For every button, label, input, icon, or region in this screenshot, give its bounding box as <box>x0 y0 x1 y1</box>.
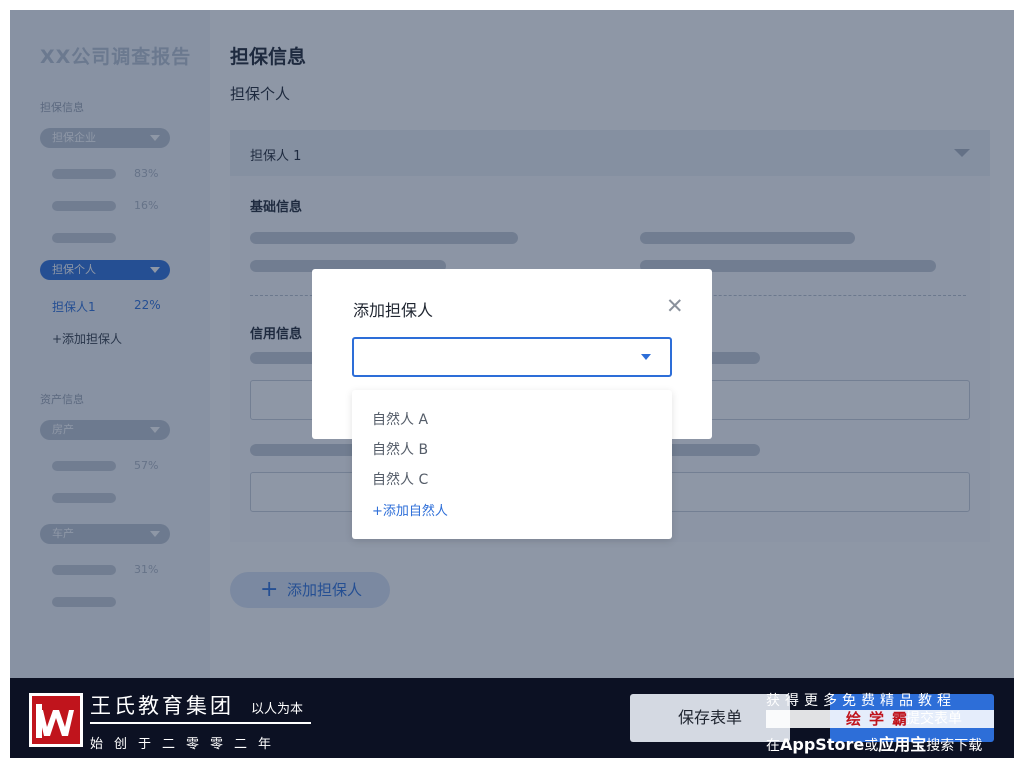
add-natural-person-option[interactable]: +添加自然人 <box>372 500 448 519</box>
submit-form-label: 提交表单 <box>906 711 962 727</box>
chevron-down-icon <box>641 354 651 360</box>
brand-tagline: 始创于二零零二年 <box>90 737 283 752</box>
watermark-store: AppStore <box>780 735 865 754</box>
brand-name: 王氏教育集团 <box>90 694 234 718</box>
watermark-banner: 绘学霸 提交表单 <box>766 710 994 728</box>
watermark-store: 应用宝 <box>878 735 927 754</box>
brand-logo <box>29 693 83 747</box>
watermark-app-name: 绘学霸 <box>846 710 916 728</box>
dropdown-option[interactable]: 自然人 A <box>372 409 428 429</box>
dropdown-option[interactable]: 自然人 B <box>372 439 428 459</box>
logo-mark <box>32 696 80 744</box>
watermark-text: 在 <box>766 738 780 754</box>
dropdown-option[interactable]: 自然人 C <box>372 469 428 489</box>
modal-title: 添加担保人 <box>353 301 434 320</box>
watermark-line-1: 获得更多免费精品教程 <box>766 693 956 709</box>
watermark-line-3: 在AppStore或应用宝搜索下载 <box>766 731 982 755</box>
guarantor-dropdown: 自然人 A 自然人 B 自然人 C +添加自然人 <box>352 390 672 539</box>
app-frame: XX公司调查报告 担保信息 担保企业 83% 16% 担保个人 担保人1 22%… <box>10 10 1014 758</box>
footer-bar: 王氏教育集团 以人为本 始创于二零零二年 保存表单 获得更多免费精品教程 绘学霸… <box>10 678 1014 758</box>
watermark-text: 搜索下载 <box>926 738 983 754</box>
brand-slogan: 以人为本 <box>251 702 304 717</box>
watermark-text: 或 <box>864 738 879 754</box>
brand-divider <box>90 722 311 724</box>
guarantor-select[interactable] <box>352 337 672 377</box>
close-icon[interactable]: ✕ <box>666 296 684 317</box>
